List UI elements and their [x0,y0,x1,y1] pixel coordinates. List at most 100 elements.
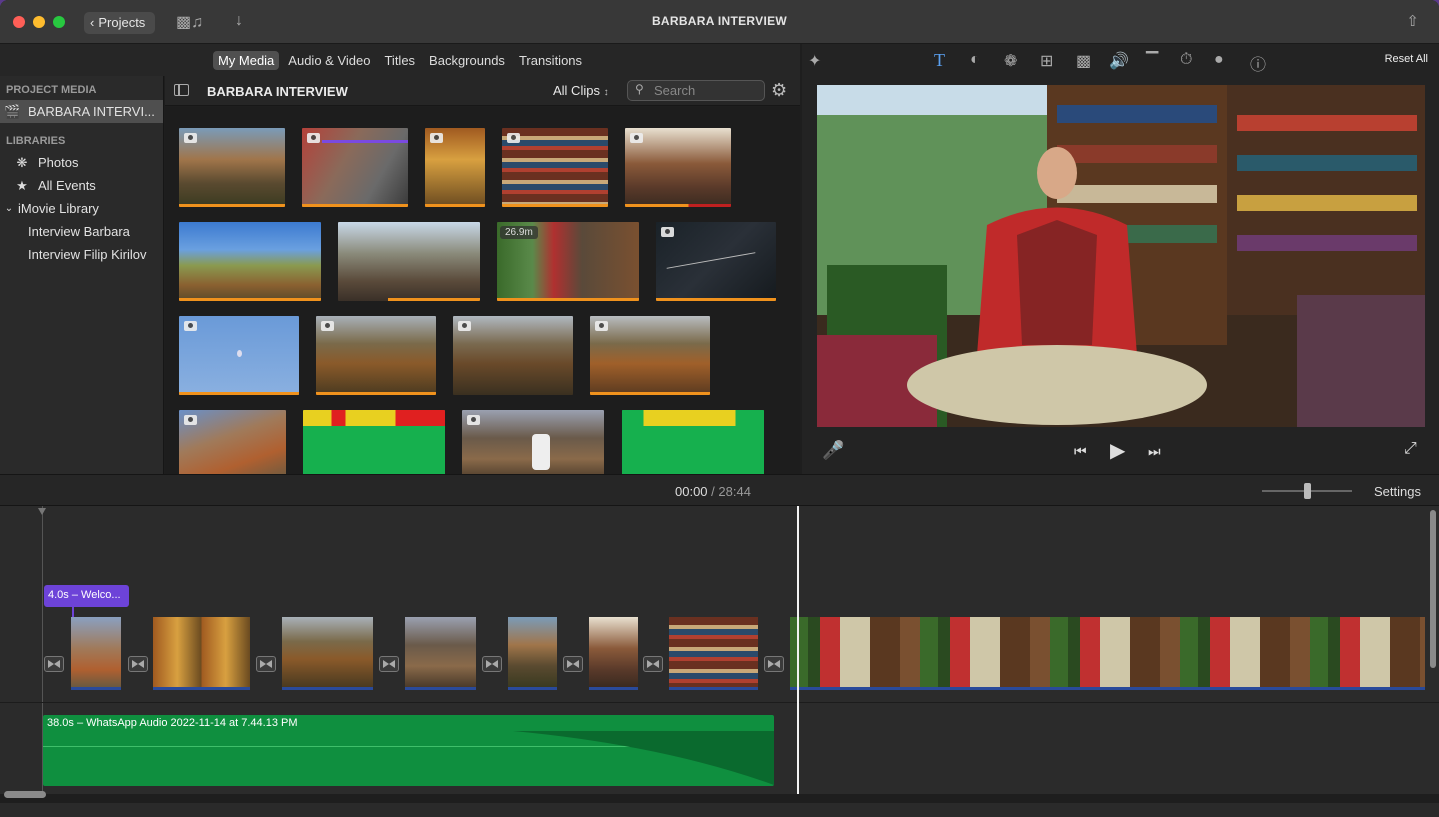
sidebar-item-all-events[interactable]: ★ All Events [0,174,163,197]
timecode: 00:00 / 28:44 [675,484,751,499]
sidebar-item-imovie-library[interactable]: ⌄ iMovie Library [0,197,163,220]
media-thumbnail[interactable] [462,410,604,474]
video-clip[interactable] [282,617,373,690]
filter-icon[interactable]: ● [1214,51,1224,69]
title-bar: ‹ Projects ▩♫ ↓ BARBARA INTERVIEW ⇧ [0,0,1439,44]
volume-icon[interactable]: 🔊 [1109,51,1129,71]
sidebar-item-photos[interactable]: ❋ Photos [0,151,163,174]
media-thumbnail[interactable] [453,316,573,395]
viewer-toolbar: ✦ T ◐ ❁ ⊞ ▩ 🔊 ▔ ⏱ ● ⓘ Reset All [802,44,1439,78]
project-media-header: PROJECT MEDIA [6,84,97,96]
fullscreen-icon[interactable]: ⤢ [1404,440,1417,458]
color-balance-icon[interactable]: ◐ [970,51,980,69]
settings-button[interactable]: Settings [1374,484,1421,499]
media-thumbnail[interactable] [179,410,286,474]
tab-backgrounds[interactable]: Backgrounds [424,51,510,70]
photo-icon [184,321,197,331]
audio-clip[interactable]: 38.0s – WhatsApp Audio 2022-11-14 at 7.4… [43,715,774,786]
browser-title: BARBARA INTERVIEW [207,84,348,99]
gear-icon[interactable]: ⚙ [771,81,787,99]
sidebar-item-interview-barbara[interactable]: Interview Barbara [0,220,163,243]
photo-icon [630,133,643,143]
media-thumbnail[interactable] [179,316,299,395]
media-thumbnail[interactable] [425,128,485,207]
transition-icon[interactable] [379,656,399,672]
sidebar-toggle-icon[interactable] [174,84,189,96]
tab-transitions[interactable]: Transitions [514,51,587,70]
media-thumbnail[interactable] [316,316,436,395]
transition-icon[interactable] [563,656,583,672]
star-icon: ★ [16,178,28,193]
search-input[interactable]: Search [627,80,765,101]
microphone-icon[interactable]: 🎤 [822,440,844,461]
media-thumbnail[interactable] [179,128,285,207]
reset-all-button[interactable]: Reset All [1385,53,1428,65]
title-text-icon[interactable]: T [934,50,945,71]
audio-thumbnail[interactable] [303,410,445,474]
tab-audio-video[interactable]: Audio & Video [283,51,375,70]
interview-video-clip[interactable] [790,617,1425,690]
imovie-window: ‹ Projects ▩♫ ↓ BARBARA INTERVIEW ⇧ My M… [0,0,1439,817]
photo-icon [595,321,608,331]
photos-icon: ❋ [16,155,28,170]
video-clip[interactable] [71,617,121,690]
play-button[interactable]: ▶ [1110,438,1125,463]
crop-icon[interactable]: ⊞ [1040,51,1053,71]
transition-icon[interactable] [764,656,784,672]
media-thumbnail[interactable] [302,128,408,207]
clip-filter-select[interactable]: All Clips ↕ [553,83,609,98]
media-thumbnail[interactable] [625,128,731,207]
video-clip[interactable] [669,617,758,690]
photo-icon [321,321,334,331]
libraries-header: LIBRARIES [6,135,66,147]
video-preview[interactable] [817,85,1425,427]
media-thumbnail[interactable] [590,316,710,395]
stabilization-icon[interactable]: ▩ [1076,51,1091,71]
equalizer-icon[interactable]: ▔ [1146,51,1158,71]
magic-wand-icon[interactable]: ✦ [808,51,821,71]
media-thumbnail[interactable] [502,128,608,207]
clapper-icon: 🎬 [4,104,21,119]
media-thumbnail[interactable] [338,222,480,301]
video-clip[interactable] [405,617,476,690]
tab-titles[interactable]: Titles [379,51,420,70]
timeline[interactable]: 4.0s – Welco... 38.0s – WhatsApp Audio 2… [0,506,1439,794]
audio-thumbnail[interactable] [622,410,764,474]
share-icon[interactable]: ⇧ [1406,12,1419,30]
media-thumbnail[interactable] [656,222,776,301]
search-icon: ⚲ [635,82,644,96]
transition-icon[interactable] [128,656,148,672]
tab-my-media[interactable]: My Media [212,50,280,70]
video-clip[interactable] [508,617,557,690]
title-clip[interactable]: 4.0s – Welco... [44,585,129,607]
timecode-bar: 00:00 / 28:44 Settings [0,474,1439,506]
photo-icon [184,133,197,143]
sidebar-item-interview-filip[interactable]: Interview Filip Kirilov [0,243,163,266]
libraries-sidebar: PROJECT MEDIA 🎬 BARBARA INTERVI... LIBRA… [0,76,164,474]
playhead[interactable] [797,506,799,794]
video-clip[interactable] [153,617,250,690]
media-tabs: My Media Audio & Video Titles Background… [0,44,800,76]
media-thumbnail[interactable] [179,222,321,301]
sidebar-item-project[interactable]: 🎬 BARBARA INTERVI... [0,100,163,123]
speed-icon[interactable]: ⏱ [1180,51,1192,69]
transition-icon[interactable] [482,656,502,672]
window-title: BARBARA INTERVIEW [651,14,788,28]
transition-icon[interactable] [44,656,64,672]
info-icon[interactable]: ⓘ [1250,51,1266,75]
transition-icon[interactable] [643,656,663,672]
media-thumbnail[interactable]: 26.9m [497,222,639,301]
audio-clip-label: 38.0s – WhatsApp Audio 2022-11-14 at 7.4… [47,717,298,729]
zoom-slider-knob[interactable] [1304,483,1311,499]
horizontal-scrollbar[interactable] [4,791,46,798]
photo-icon [507,133,520,143]
skip-back-icon[interactable]: ⏮ [1074,443,1087,460]
timeline-start-marker [38,508,46,515]
video-clip[interactable] [589,617,638,690]
photo-icon [467,415,480,425]
chevron-down-icon[interactable]: ⌄ [4,197,14,220]
transition-icon[interactable] [256,656,276,672]
vertical-scrollbar[interactable] [1430,510,1436,668]
palette-icon[interactable]: ❁ [1004,51,1017,71]
skip-forward-icon[interactable]: ⏭ [1148,443,1161,460]
